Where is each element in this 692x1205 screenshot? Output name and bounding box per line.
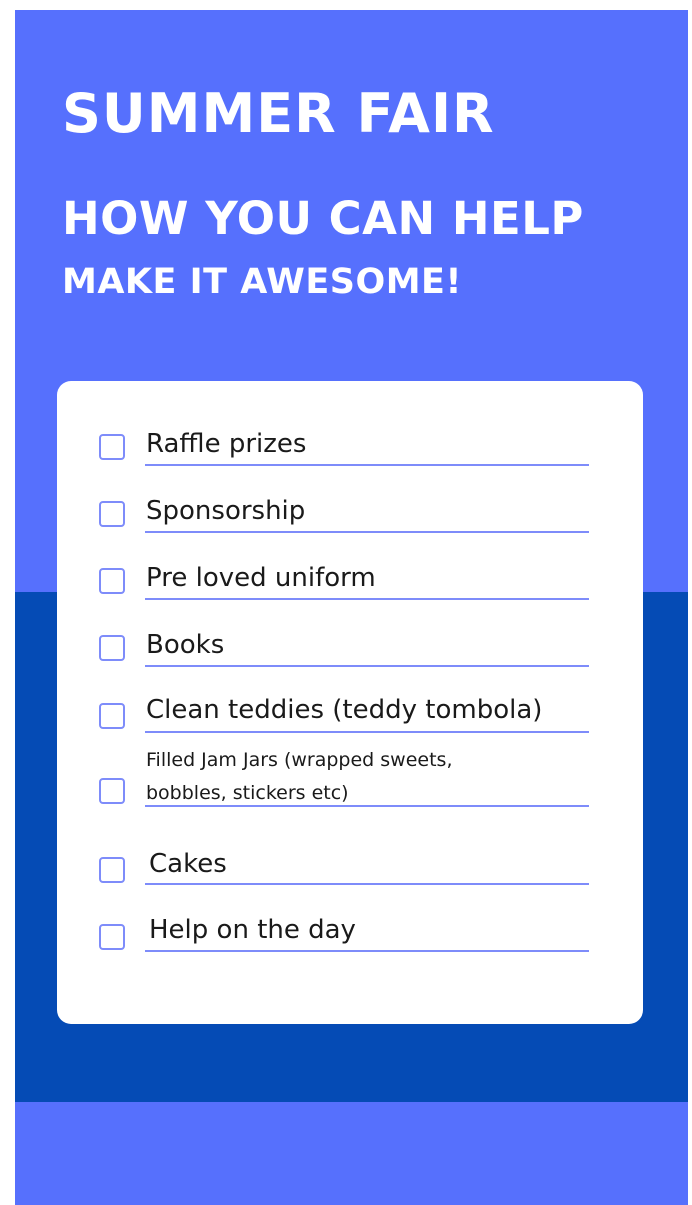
checkbox-books[interactable] (99, 635, 125, 661)
checklist-item-pre-loved-uniform[interactable]: Pre loved uniform (57, 562, 643, 600)
checklist-item-filled-jam-jars[interactable]: Filled Jam Jars (wrapped sweets, bobbles… (57, 744, 643, 807)
poster-tagline: MAKE IT AWESOME! (62, 262, 462, 302)
checklist-item-clean-teddies[interactable]: Clean teddies (teddy tombola) (57, 695, 643, 733)
underline-pre-loved-uniform (145, 598, 589, 600)
checklist-card: Raffle prizes Sponsorship Pre loved unif… (57, 381, 643, 1024)
checklist-item-sponsorship[interactable]: Sponsorship (57, 495, 643, 533)
checklist-item-cakes[interactable]: Cakes (57, 848, 643, 885)
label-filled-jam-jars-line-1: Filled Jam Jars (wrapped sweets, (146, 749, 453, 771)
underline-cakes (145, 883, 589, 885)
label-raffle-prizes: Raffle prizes (146, 429, 307, 459)
label-books: Books (146, 630, 225, 660)
poster-title: SUMMER FAIR (62, 82, 495, 145)
underline-filled-jam-jars (145, 805, 589, 807)
checkbox-filled-jam-jars[interactable] (99, 778, 125, 804)
poster-subtitle: HOW YOU CAN HELP (62, 192, 584, 245)
label-clean-teddies: Clean teddies (teddy tombola) (146, 695, 543, 725)
checkbox-cakes[interactable] (99, 857, 125, 883)
underline-help-on-the-day (145, 950, 589, 952)
underline-raffle-prizes (145, 464, 589, 466)
checklist-item-books[interactable]: Books (57, 629, 643, 667)
checkbox-sponsorship[interactable] (99, 501, 125, 527)
checklist-item-raffle-prizes[interactable]: Raffle prizes (57, 428, 643, 466)
label-help-on-the-day: Help on the day (149, 915, 356, 945)
label-pre-loved-uniform: Pre loved uniform (146, 563, 376, 593)
summer-fair-poster: SUMMER FAIR HOW YOU CAN HELP MAKE IT AWE… (15, 10, 688, 1205)
checkbox-pre-loved-uniform[interactable] (99, 568, 125, 594)
checkbox-help-on-the-day[interactable] (99, 924, 125, 950)
underline-clean-teddies (145, 731, 589, 733)
checkbox-clean-teddies[interactable] (99, 703, 125, 729)
checkbox-raffle-prizes[interactable] (99, 434, 125, 460)
checklist-item-help-on-the-day[interactable]: Help on the day (57, 914, 643, 952)
underline-books (145, 665, 589, 667)
underline-sponsorship (145, 531, 589, 533)
label-sponsorship: Sponsorship (146, 496, 306, 526)
label-cakes: Cakes (149, 849, 227, 879)
